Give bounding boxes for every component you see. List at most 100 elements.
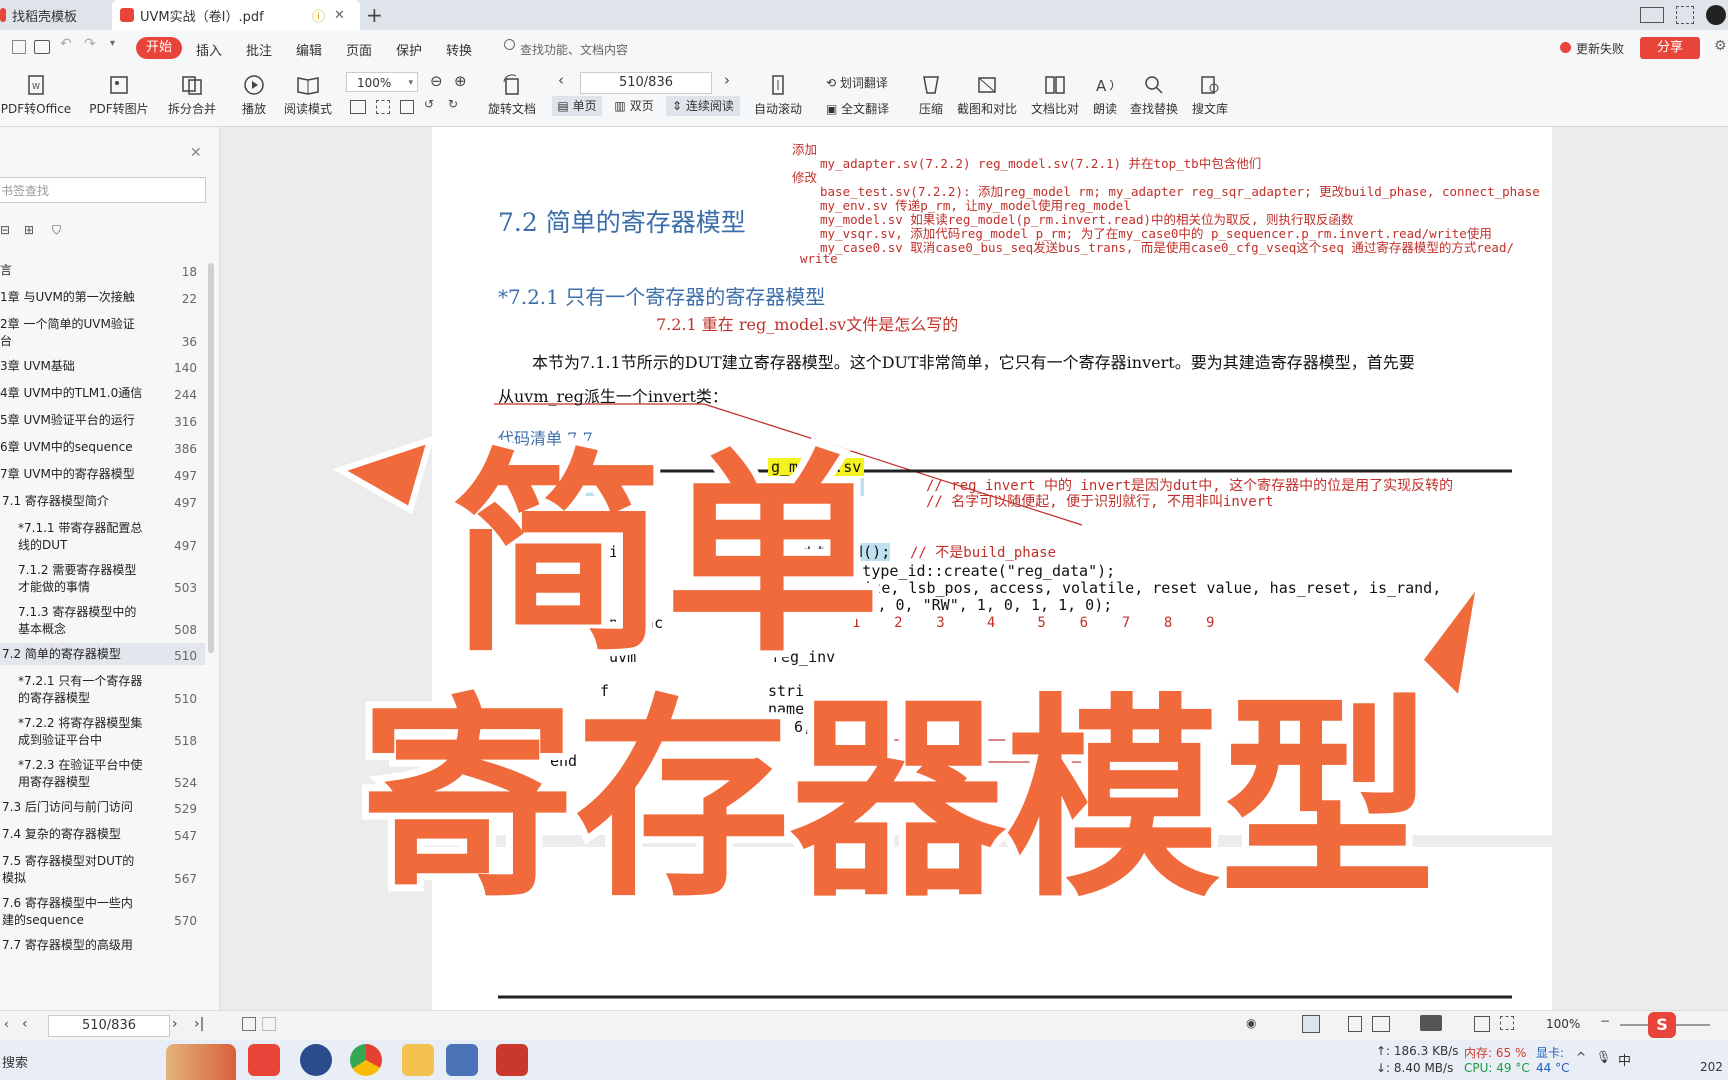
media-app-icon[interactable] (496, 1044, 528, 1076)
sidebar-scrollbar[interactable] (208, 263, 214, 653)
status-page-input[interactable]: 510/836 (48, 1015, 170, 1037)
toc-item[interactable]: 5章 UVM验证平台的运行 316 (0, 409, 205, 431)
redo-icon[interactable]: ↷ (84, 36, 96, 52)
toc-item[interactable]: 7.3 后门访问与前门访问 529 (0, 796, 205, 818)
next-page-icon[interactable]: › (724, 71, 730, 89)
clock[interactable]: 202 (1700, 1060, 1723, 1074)
bookmark-search-input[interactable]: 书签查找 (0, 177, 206, 203)
toc-item[interactable]: 7章 UVM中的寄存器模型 497 (0, 463, 205, 485)
new-tab-button[interactable]: + (366, 3, 383, 27)
file-explorer-icon[interactable] (402, 1044, 434, 1076)
fit-status-icon[interactable] (1474, 1016, 1490, 1032)
split-merge-button[interactable]: 拆分合并 (162, 74, 222, 117)
toc-item[interactable]: 7.4 复杂的寄存器模型 547 (0, 823, 205, 845)
menu-protect[interactable]: 保护 (396, 40, 422, 59)
play-button[interactable]: 播放 (236, 74, 272, 117)
toc-item[interactable]: *7.2.2 将寄存器模型集 成到验证平台中 518 (0, 712, 205, 750)
read-mode-button[interactable]: 阅读模式 (280, 74, 336, 117)
fit-height-icon[interactable] (400, 100, 414, 114)
full-translate-button[interactable]: ▣ 全文翻译 (826, 100, 889, 117)
toc-item[interactable]: 7.1.2 需要寄存器模型 才能做的事情 503 (0, 559, 205, 597)
menu-annotate[interactable]: 批注 (246, 40, 272, 59)
add-bookmark-icon[interactable]: ⊞ (24, 223, 34, 237)
menu-start[interactable]: 开始 (136, 37, 182, 59)
menu-convert[interactable]: 转换 (446, 40, 472, 59)
settings-icon[interactable]: ⚙ (1714, 38, 1727, 54)
close-tab-icon[interactable]: ✕ (334, 8, 345, 23)
read-aloud-button[interactable]: A 朗读 (1088, 74, 1122, 117)
taskbar-search[interactable]: 搜索 (2, 1052, 28, 1071)
toc-item[interactable]: 2章 一个简单的UVM验证 台 36 (0, 313, 205, 351)
play-status-icon[interactable] (1420, 1015, 1442, 1031)
toc-item[interactable]: 7.2 简单的寄存器模型 510 (0, 643, 205, 665)
prev-page-icon[interactable]: ‹ (558, 71, 564, 89)
pdf-to-office-button[interactable]: W PDF转Office (0, 74, 72, 117)
grid-icon[interactable] (1676, 6, 1694, 24)
toc-item[interactable]: 7.6 寄存器模型中一些内 建的sequence 570 (0, 892, 205, 930)
virtualbox-icon[interactable] (446, 1044, 478, 1076)
eye-icon[interactable]: ◉ (1246, 1016, 1256, 1030)
toc-item[interactable]: 4章 UVM中的TLM1.0通信 244 (0, 382, 205, 404)
double-page-status-icon[interactable] (1372, 1016, 1390, 1032)
bookmark-icon[interactable]: ⛉ (52, 223, 61, 238)
crop-status-icon[interactable] (1500, 1016, 1514, 1030)
rotate-right-icon[interactable]: ↻ (448, 97, 458, 111)
fit-width-icon[interactable] (376, 100, 390, 114)
toc-item[interactable]: 7.1 寄存器模型简介 497 (0, 490, 205, 512)
double-page-button[interactable]: ▥ 双页 (606, 96, 662, 116)
feature-search-input[interactable]: 查找功能、文档内容 (520, 41, 628, 58)
ime-indicator[interactable]: 中 (1618, 1050, 1631, 1069)
zoom-status-value[interactable]: 100% (1546, 1017, 1580, 1031)
toc-item[interactable]: *7.1.1 带寄存器配置总 线的DUT 497 (0, 517, 205, 555)
collapse-icon[interactable]: ⊟ (0, 223, 10, 237)
last-page-icon[interactable]: ›| (194, 1016, 204, 1032)
toc-item[interactable]: *7.2.3 在验证平台中使 用寄存器模型 524 (0, 754, 205, 792)
zoom-select[interactable]: 100% ▾ (346, 72, 418, 92)
toc-item[interactable]: 3章 UVM基础 140 (0, 355, 205, 377)
search-library-button[interactable]: 搜文库 (1190, 74, 1230, 117)
share-button[interactable]: 分享 (1640, 37, 1700, 59)
screenshot-compare-button[interactable]: 截图和对比 (954, 74, 1020, 117)
avatar[interactable] (1706, 5, 1726, 25)
toc-item[interactable]: 7.7 寄存器模型的高级用 (0, 934, 205, 956)
toc-item[interactable]: 7.1.3 寄存器模型中的 基本概念 508 (0, 601, 205, 639)
next-page-status-icon[interactable]: › (172, 1016, 178, 1032)
tab-template-store[interactable]: 找稻壳模板 (0, 0, 108, 30)
single-page-status-icon[interactable] (1348, 1016, 1362, 1032)
update-failed-status[interactable]: 更新失败 (1576, 40, 1624, 57)
toc-item[interactable]: 1章 与UVM的第一次接触 22 (0, 286, 205, 308)
ime-floating-badge[interactable]: S (1648, 1012, 1676, 1038)
save-icon[interactable] (12, 40, 26, 54)
tray-chevron-icon[interactable]: ^ (1576, 1050, 1586, 1064)
wps-app-icon[interactable] (248, 1044, 280, 1076)
toc-item[interactable]: 言 18 (0, 259, 205, 281)
zoom-out-icon[interactable]: ⊖ (430, 72, 443, 90)
chrome-icon[interactable] (350, 1044, 382, 1076)
layout-icon[interactable] (1640, 7, 1664, 23)
toc-item[interactable]: 7.5 寄存器模型对DUT的 模拟 567 (0, 850, 205, 888)
print-icon[interactable] (34, 40, 50, 54)
first-page-icon[interactable]: ‹ (4, 1017, 9, 1031)
app-uc-icon[interactable] (300, 1044, 332, 1076)
continuous-status-icon[interactable] (1302, 1015, 1320, 1033)
rotate-doc-button[interactable]: 旋转文档 (484, 74, 540, 117)
forward-icon[interactable] (262, 1017, 276, 1031)
prev-page-status-icon[interactable]: ‹ (22, 1016, 28, 1032)
fit-page-icon[interactable] (350, 100, 366, 114)
page-number-input[interactable]: 510/836 (580, 72, 712, 94)
single-page-button[interactable]: ▤ 单页 (552, 96, 602, 116)
back-icon[interactable] (242, 1017, 256, 1031)
pdf-to-image-button[interactable]: PDF转图片 (88, 74, 150, 117)
more-icon[interactable]: ▾ (110, 38, 115, 49)
toc-item[interactable]: *7.2.1 只有一个寄存器 的寄存器模型 510 (0, 670, 205, 708)
zoom-out-status-icon[interactable]: − (1600, 1014, 1610, 1028)
menu-insert[interactable]: 插入 (196, 40, 222, 59)
doc-compare-button[interactable]: 文档比对 (1028, 74, 1082, 117)
menu-edit[interactable]: 编辑 (296, 40, 322, 59)
undo-icon[interactable]: ↶ (60, 36, 72, 52)
toc-item[interactable]: 6章 UVM中的sequence 386 (0, 436, 205, 458)
close-icon[interactable]: ✕ (190, 145, 202, 161)
rotate-left-icon[interactable]: ↺ (424, 97, 434, 111)
compress-button[interactable]: 压缩 (914, 74, 948, 117)
continuous-read-button[interactable]: ⇕ 连续阅读 (666, 96, 740, 116)
